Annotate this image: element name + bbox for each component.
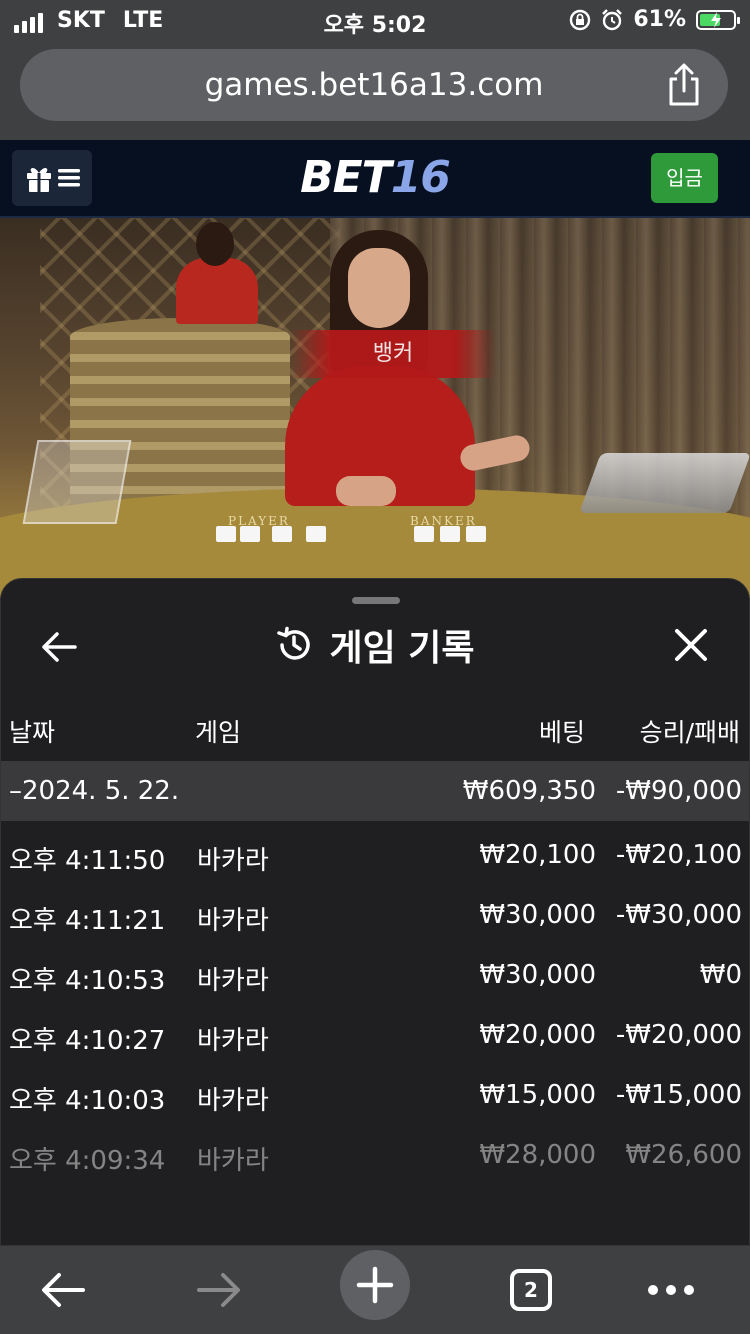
history-win-loss: ₩0 bbox=[699, 960, 742, 990]
site-logo[interactable]: BET16 bbox=[0, 152, 750, 203]
site-header: BET16 입금 bbox=[0, 140, 750, 218]
card-shoe bbox=[579, 453, 750, 513]
history-row[interactable]: 오후 4:10:27 바카라 ₩20,000 -₩20,000 bbox=[1, 1004, 749, 1064]
url-text[interactable]: games.bet16a13.com bbox=[20, 67, 728, 103]
result-banner: 뱅커 bbox=[290, 330, 496, 378]
playing-card bbox=[240, 526, 260, 542]
alarm-icon bbox=[602, 8, 623, 30]
back-arrow-icon bbox=[42, 1273, 85, 1307]
playing-card bbox=[306, 526, 326, 542]
summary-bet: ₩609,350 bbox=[462, 776, 596, 806]
playing-card bbox=[466, 526, 486, 542]
history-bet: ₩15,000 bbox=[479, 1080, 596, 1110]
summary-date: –2024. 5. 22. bbox=[9, 776, 180, 806]
more-menu-button[interactable] bbox=[636, 1260, 706, 1320]
game-history-panel: 게임 기록 날짜 게임 베팅 승리/패배 –2024. 5. 22. ₩609,… bbox=[0, 578, 750, 1246]
column-header-win-loss: 승리/패배 bbox=[639, 718, 740, 747]
history-time: 오후 4:10:03 bbox=[9, 1086, 166, 1116]
history-bet: ₩20,100 bbox=[479, 840, 596, 870]
forward-arrow-icon bbox=[197, 1273, 240, 1307]
history-game: 바카라 bbox=[197, 1086, 269, 1116]
history-bet: ₩20,000 bbox=[479, 1020, 596, 1050]
history-bet: ₩28,000 bbox=[479, 1140, 596, 1170]
history-row[interactable]: 오후 4:11:50 바카라 ₩20,100 -₩20,100 bbox=[1, 824, 749, 884]
battery-percent: 61% bbox=[633, 7, 686, 32]
battery-icon bbox=[696, 9, 740, 30]
share-icon[interactable] bbox=[664, 63, 704, 107]
browser-forward-button[interactable] bbox=[184, 1260, 254, 1320]
close-icon[interactable] bbox=[673, 627, 709, 663]
browser-back-button[interactable] bbox=[28, 1260, 98, 1320]
history-row[interactable]: 오후 4:10:53 바카라 ₩30,000 ₩0 bbox=[1, 944, 749, 1004]
history-win-loss: -₩20,100 bbox=[615, 840, 742, 870]
history-row[interactable]: 오후 4:10:03 바카라 ₩15,000 -₩15,000 bbox=[1, 1064, 749, 1124]
browser-toolbar: 2 bbox=[0, 1246, 750, 1334]
status-bar: SKT LTE 오후 5:02 61% bbox=[0, 0, 750, 42]
tabs-icon: 2 bbox=[510, 1269, 552, 1311]
history-game: 바카라 bbox=[197, 1026, 269, 1056]
history-bet: ₩30,000 bbox=[479, 900, 596, 930]
history-game: 바카라 bbox=[197, 966, 269, 996]
history-win-loss: ₩26,600 bbox=[625, 1140, 742, 1170]
history-game: 바카라 bbox=[197, 906, 269, 936]
column-header-game: 게임 bbox=[195, 718, 242, 747]
playing-card bbox=[272, 526, 292, 542]
more-icon bbox=[648, 1285, 694, 1295]
tab-count: 2 bbox=[524, 1278, 538, 1302]
background-dealer bbox=[176, 258, 258, 324]
logo-text-16: 16 bbox=[390, 152, 451, 203]
rotation-lock-icon bbox=[570, 9, 591, 30]
history-icon bbox=[277, 626, 311, 660]
new-tab-button[interactable] bbox=[340, 1250, 410, 1320]
panel-title: 게임 기록 bbox=[1, 619, 749, 671]
panel-title-text: 게임 기록 bbox=[329, 628, 475, 669]
history-bet: ₩30,000 bbox=[479, 960, 596, 990]
history-game: 바카라 bbox=[197, 846, 269, 876]
history-time: 오후 4:10:53 bbox=[9, 966, 166, 996]
address-bar[interactable]: games.bet16a13.com bbox=[20, 49, 728, 121]
playing-card bbox=[414, 526, 434, 542]
browser-address-area: games.bet16a13.com bbox=[0, 42, 750, 140]
history-win-loss: -₩30,000 bbox=[615, 900, 742, 930]
column-header-bet: 베팅 bbox=[538, 718, 585, 747]
date-summary-row[interactable]: –2024. 5. 22. ₩609,350 -₩90,000 bbox=[1, 761, 749, 821]
playing-card bbox=[216, 526, 236, 542]
history-time: 오후 4:10:27 bbox=[9, 1026, 166, 1056]
column-header-date: 날짜 bbox=[9, 718, 56, 747]
history-time: 오후 4:11:50 bbox=[9, 846, 166, 876]
panel-drag-handle[interactable] bbox=[352, 597, 400, 604]
playing-card bbox=[440, 526, 460, 542]
summary-win-loss: -₩90,000 bbox=[615, 776, 742, 806]
history-row[interactable]: 오후 4:11:21 바카라 ₩30,000 -₩30,000 bbox=[1, 884, 749, 944]
plus-icon bbox=[356, 1266, 394, 1304]
deposit-button[interactable]: 입금 bbox=[651, 153, 718, 203]
logo-text-bet: BET bbox=[300, 152, 392, 203]
live-dealer-video[interactable]: PLAYER BANKER 뱅커 bbox=[0, 218, 750, 598]
history-time: 오후 4:11:21 bbox=[9, 906, 166, 936]
history-win-loss: -₩20,000 bbox=[615, 1020, 742, 1050]
tabs-button[interactable]: 2 bbox=[496, 1260, 566, 1320]
history-win-loss: -₩15,000 bbox=[615, 1080, 742, 1110]
